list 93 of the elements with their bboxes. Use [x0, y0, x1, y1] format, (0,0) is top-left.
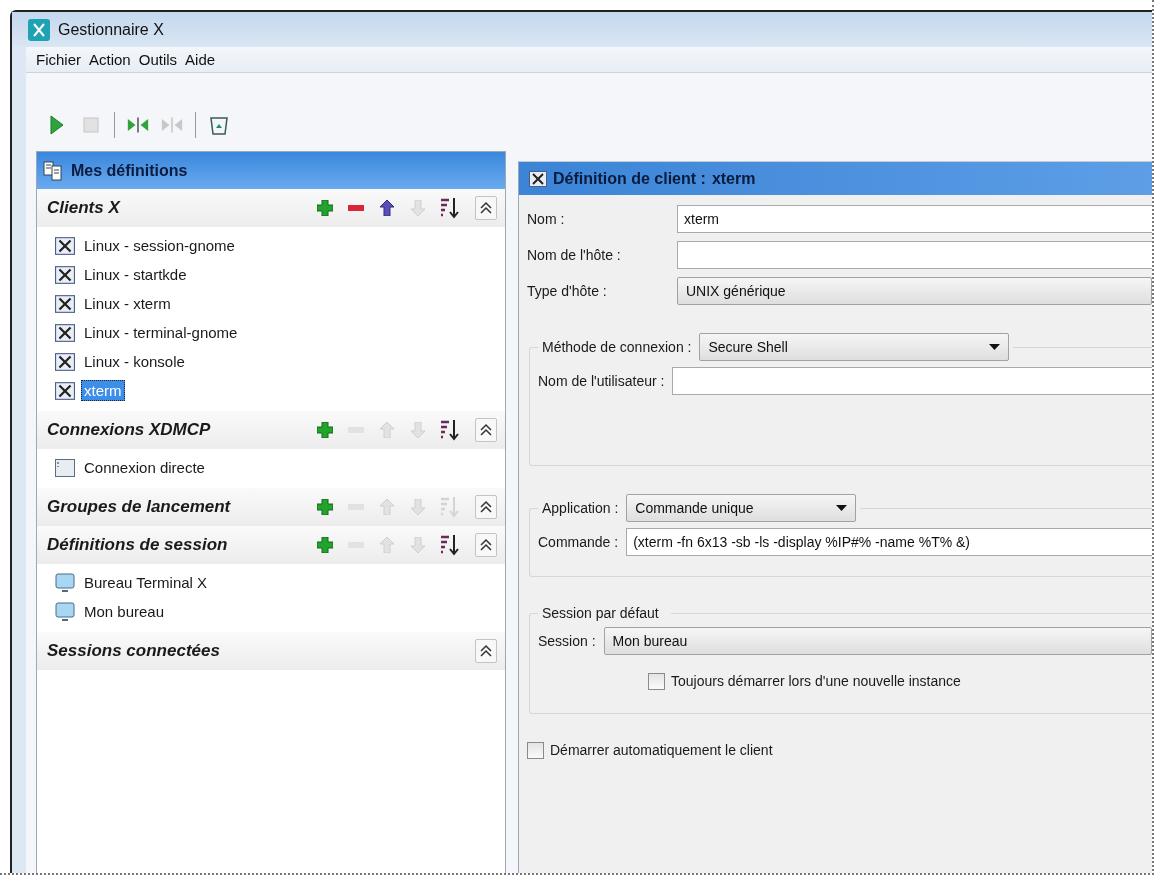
caret-icon [989, 344, 1001, 350]
collapse-button[interactable] [475, 495, 497, 519]
x-window-icon [55, 265, 75, 284]
up-arrow-icon [380, 537, 394, 553]
double-chevron-icon [480, 201, 492, 215]
collapse-button[interactable] [475, 418, 497, 442]
section-title: Sessions connectées [47, 641, 221, 661]
add-icon [317, 200, 333, 216]
up-arrow-icon [380, 422, 394, 438]
list-item[interactable]: Bureau Terminal X [81, 572, 211, 593]
sort-icon [439, 496, 459, 518]
connect-icon [127, 115, 149, 135]
field-label: Commande : [538, 534, 619, 550]
dropdown[interactable]: UNIX générique [677, 277, 1152, 305]
list-item[interactable]: Linux - session-gnome [81, 235, 238, 256]
section-title: Définitions de session [47, 535, 229, 555]
section-title: Connexions XDMCP [47, 420, 212, 440]
panel-title: Mes définitions [71, 161, 188, 180]
trash-icon [209, 114, 229, 136]
x-window-icon [55, 236, 75, 255]
documents-icon [43, 160, 63, 181]
window-icon [55, 458, 75, 477]
list-item[interactable]: Linux - xterm [81, 293, 174, 314]
double-chevron-icon [480, 423, 492, 437]
up-arrow-icon [380, 200, 394, 216]
field-label: Session : [538, 633, 596, 649]
menu-item[interactable]: Outils [138, 51, 178, 68]
text-field[interactable] [672, 367, 1152, 395]
x-window-icon [55, 381, 75, 400]
add-icon [317, 422, 333, 438]
sort-icon [439, 197, 459, 219]
toolbar-button[interactable] [127, 114, 149, 136]
group-title: Session par défaut [542, 605, 659, 621]
up-arrow-icon [380, 499, 394, 515]
checkbox-label: Toujours démarrer lors d'une nouvelle instance [671, 673, 961, 689]
checkbox[interactable] [648, 672, 665, 690]
text-field[interactable]: (xterm -fn 6x13 -sb -ls -display %IP#% -name %T% &) [626, 528, 1152, 556]
section-tool-button[interactable] [438, 534, 460, 556]
menu-item[interactable]: Aide [185, 51, 216, 68]
monitor-icon [55, 572, 75, 593]
sort-icon [439, 534, 459, 556]
x-window-icon [529, 170, 547, 187]
menu-item[interactable]: Action [89, 51, 131, 68]
x-window-icon [55, 352, 75, 371]
text-field[interactable] [677, 241, 1152, 269]
double-chevron-icon [480, 644, 492, 658]
menu-item[interactable]: Fichier [36, 51, 81, 68]
field-label: Méthode de connexion : [542, 339, 692, 355]
field-label: Nom de l'hôte : [527, 247, 622, 263]
collapse-button[interactable] [475, 533, 497, 557]
down-arrow-icon [411, 422, 425, 438]
remove-icon [348, 205, 364, 211]
stop-icon [83, 117, 99, 133]
field-label: Type d'hôte : [527, 283, 608, 299]
dropdown[interactable]: Mon bureau [603, 627, 1152, 655]
collapse-button[interactable] [475, 196, 497, 220]
caret-icon [836, 505, 848, 511]
toolbar-button[interactable] [208, 114, 230, 136]
collapse-button[interactable] [475, 639, 497, 663]
checkbox-label: Démarrer automatiquement le client [550, 742, 773, 758]
play-icon [50, 115, 64, 135]
down-arrow-icon [411, 537, 425, 553]
down-arrow-icon [411, 200, 425, 216]
panel-title: Définition de client : [553, 169, 706, 188]
list-item[interactable]: Mon bureau [81, 601, 168, 622]
dropdown[interactable]: Secure Shell [699, 333, 1010, 361]
down-arrow-icon [411, 499, 425, 515]
list-item[interactable]: Linux - konsole [81, 351, 188, 372]
field-label: Application : [542, 500, 619, 516]
field-label: Nom : [527, 211, 566, 227]
section-tool-button[interactable] [438, 419, 460, 441]
panel-subject: xterm [711, 169, 756, 188]
dropdown[interactable]: Commande unique [626, 494, 857, 522]
text-field[interactable]: xterm [677, 205, 1152, 233]
double-chevron-icon [480, 538, 492, 552]
list-item[interactable]: Linux - terminal-gnome [81, 322, 241, 343]
list-item[interactable]: Connexion directe [81, 457, 208, 478]
section-title: Clients X [47, 198, 122, 218]
section-title: Groupes de lancement [47, 497, 232, 517]
window-title: Gestionnaire X [58, 20, 164, 39]
list-item[interactable]: Linux - startkde [81, 264, 190, 285]
add-icon [317, 537, 333, 553]
checkbox[interactable] [527, 741, 544, 759]
disconnect-icon [161, 115, 183, 135]
monitor-icon [55, 601, 75, 622]
add-icon [317, 499, 333, 515]
x-window-icon [55, 323, 75, 342]
sort-icon [439, 419, 459, 441]
double-chevron-icon [480, 500, 492, 514]
field-label: Nom de l'utilisateur : [538, 373, 665, 389]
app-icon [28, 18, 50, 41]
section-tool-button[interactable] [438, 197, 460, 219]
x-window-icon [55, 294, 75, 313]
